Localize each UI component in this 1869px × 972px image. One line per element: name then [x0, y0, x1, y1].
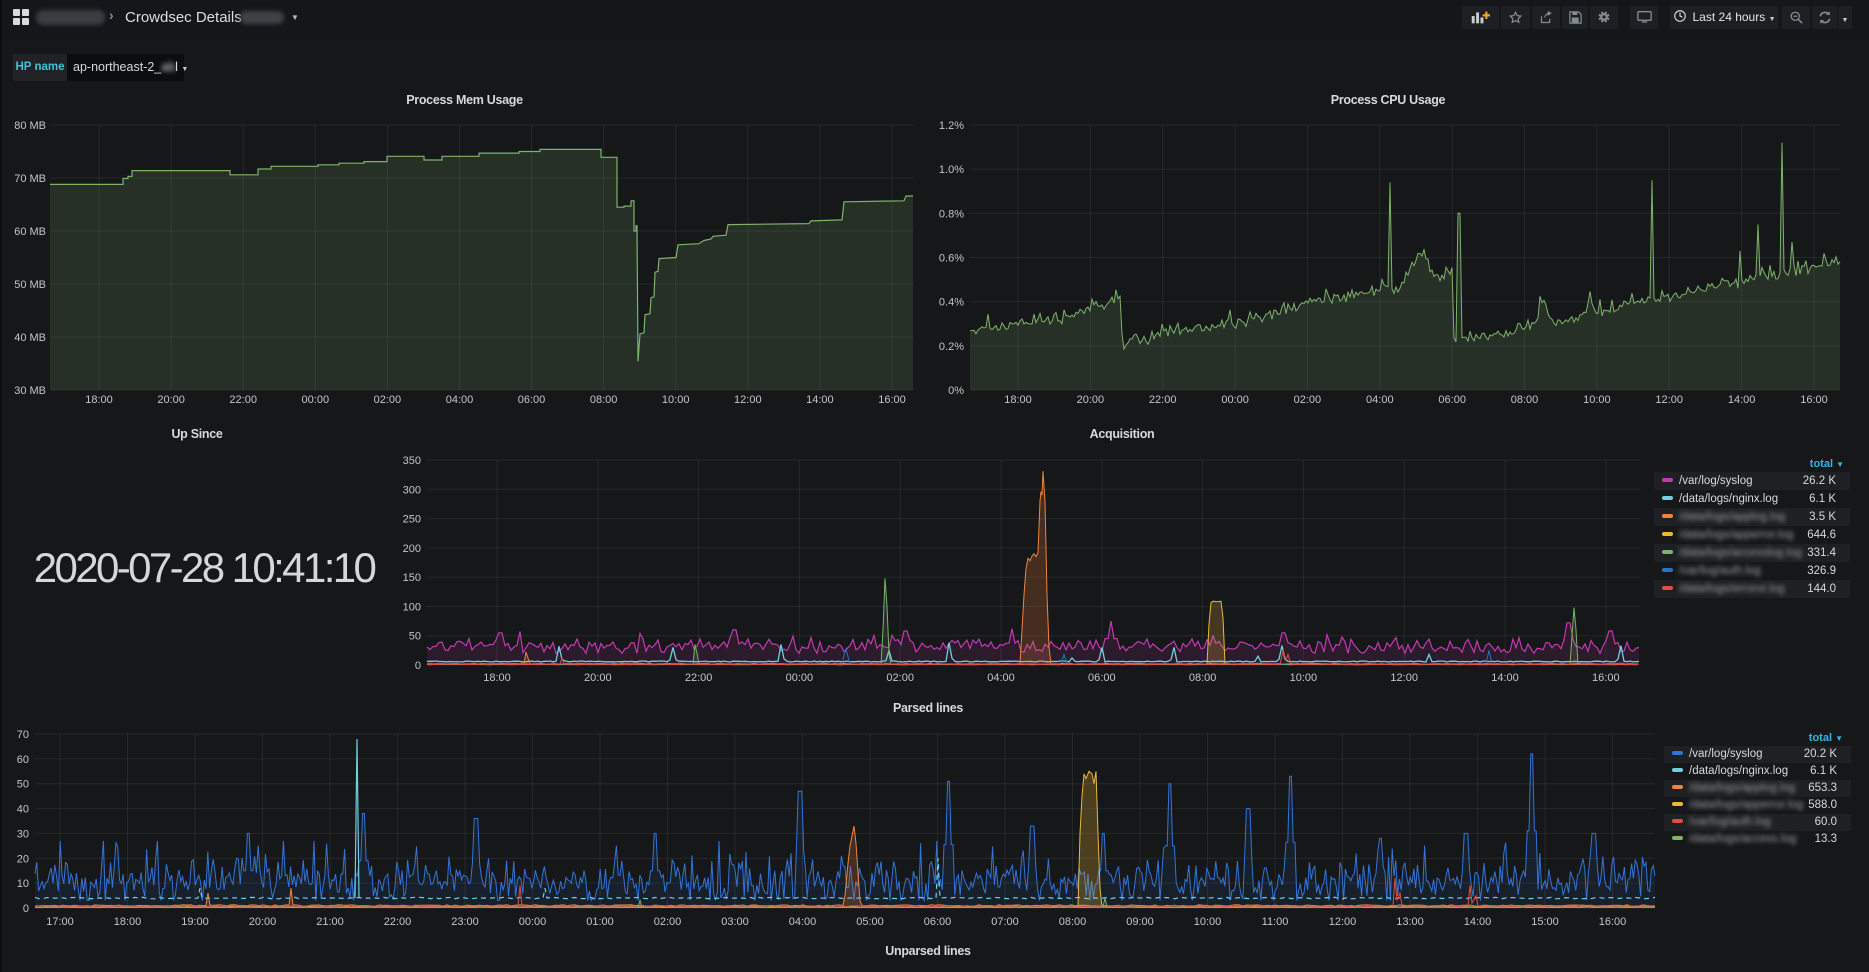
svg-text:70 MB: 70 MB [14, 173, 46, 185]
svg-text:12:00: 12:00 [1329, 916, 1357, 928]
svg-text:09:00: 09:00 [1126, 916, 1154, 928]
svg-text:12:00: 12:00 [1390, 672, 1418, 684]
svg-text:04:00: 04:00 [987, 672, 1015, 684]
svg-text:1.2%: 1.2% [939, 120, 964, 132]
svg-text:02:00: 02:00 [654, 916, 682, 928]
svg-text:02:00: 02:00 [886, 672, 914, 684]
svg-text:06:00: 06:00 [924, 916, 952, 928]
svg-text:00:00: 00:00 [302, 394, 330, 406]
svg-text:16:00: 16:00 [1592, 672, 1620, 684]
svg-text:18:00: 18:00 [85, 394, 113, 406]
svg-text:13:00: 13:00 [1396, 916, 1424, 928]
svg-text:22:00: 22:00 [384, 916, 412, 928]
svg-text:350: 350 [403, 455, 421, 467]
svg-text:0: 0 [415, 660, 421, 672]
svg-text:21:00: 21:00 [316, 916, 344, 928]
svg-text:0: 0 [23, 903, 29, 915]
svg-text:60: 60 [17, 754, 29, 766]
svg-text:16:00: 16:00 [1599, 916, 1627, 928]
svg-text:03:00: 03:00 [721, 916, 749, 928]
svg-text:05:00: 05:00 [856, 916, 884, 928]
svg-text:00:00: 00:00 [519, 916, 547, 928]
svg-text:07:00: 07:00 [991, 916, 1019, 928]
svg-text:30: 30 [17, 828, 29, 840]
svg-text:1.0%: 1.0% [939, 164, 964, 176]
svg-text:0.6%: 0.6% [939, 253, 964, 265]
svg-text:22:00: 22:00 [229, 394, 257, 406]
svg-text:23:00: 23:00 [451, 916, 479, 928]
svg-text:0%: 0% [948, 385, 964, 397]
svg-text:06:00: 06:00 [1438, 394, 1466, 406]
svg-text:0.4%: 0.4% [939, 297, 964, 309]
svg-text:60 MB: 60 MB [14, 226, 46, 238]
svg-text:04:00: 04:00 [446, 394, 474, 406]
svg-text:70: 70 [17, 729, 29, 741]
svg-text:22:00: 22:00 [685, 672, 713, 684]
svg-text:10:00: 10:00 [1194, 916, 1222, 928]
svg-text:22:00: 22:00 [1149, 394, 1177, 406]
svg-text:20:00: 20:00 [157, 394, 185, 406]
svg-text:06:00: 06:00 [518, 394, 546, 406]
svg-text:11:00: 11:00 [1262, 916, 1289, 928]
svg-text:300: 300 [403, 484, 421, 496]
svg-text:12:00: 12:00 [1655, 394, 1683, 406]
svg-text:08:00: 08:00 [1059, 916, 1087, 928]
svg-text:40 MB: 40 MB [14, 332, 46, 344]
svg-text:50: 50 [409, 631, 421, 643]
svg-text:80 MB: 80 MB [14, 120, 46, 132]
svg-text:08:00: 08:00 [1511, 394, 1539, 406]
svg-text:0.8%: 0.8% [939, 208, 964, 220]
svg-text:10:00: 10:00 [1290, 672, 1318, 684]
svg-text:14:00: 14:00 [1728, 394, 1756, 406]
svg-text:30 MB: 30 MB [14, 385, 46, 397]
svg-text:08:00: 08:00 [1189, 672, 1217, 684]
svg-text:06:00: 06:00 [1088, 672, 1116, 684]
svg-text:40: 40 [17, 804, 29, 816]
svg-text:12:00: 12:00 [734, 394, 762, 406]
svg-text:01:00: 01:00 [586, 916, 614, 928]
svg-text:16:00: 16:00 [878, 394, 906, 406]
svg-text:20:00: 20:00 [1077, 394, 1105, 406]
svg-text:04:00: 04:00 [1366, 394, 1394, 406]
svg-text:17:00: 17:00 [46, 916, 74, 928]
svg-text:20:00: 20:00 [584, 672, 612, 684]
svg-text:02:00: 02:00 [1294, 394, 1322, 406]
svg-text:200: 200 [403, 543, 421, 555]
svg-text:18:00: 18:00 [114, 916, 142, 928]
svg-text:100: 100 [403, 602, 421, 614]
svg-text:18:00: 18:00 [483, 672, 511, 684]
svg-text:150: 150 [403, 572, 421, 584]
svg-text:16:00: 16:00 [1800, 394, 1828, 406]
svg-text:10: 10 [17, 878, 29, 890]
svg-text:00:00: 00:00 [1221, 394, 1249, 406]
svg-text:0.2%: 0.2% [939, 341, 964, 353]
svg-text:19:00: 19:00 [181, 916, 209, 928]
svg-text:14:00: 14:00 [806, 394, 834, 406]
svg-text:50: 50 [17, 779, 29, 791]
svg-text:18:00: 18:00 [1004, 394, 1032, 406]
svg-text:02:00: 02:00 [374, 394, 402, 406]
svg-text:04:00: 04:00 [789, 916, 817, 928]
svg-text:10:00: 10:00 [662, 394, 690, 406]
svg-text:10:00: 10:00 [1583, 394, 1611, 406]
svg-text:15:00: 15:00 [1531, 916, 1559, 928]
svg-text:00:00: 00:00 [786, 672, 814, 684]
svg-text:14:00: 14:00 [1491, 672, 1519, 684]
svg-text:08:00: 08:00 [590, 394, 618, 406]
svg-text:20: 20 [17, 853, 29, 865]
svg-text:14:00: 14:00 [1464, 916, 1492, 928]
svg-text:250: 250 [403, 514, 421, 526]
svg-text:50 MB: 50 MB [14, 279, 46, 291]
svg-text:20:00: 20:00 [249, 916, 277, 928]
